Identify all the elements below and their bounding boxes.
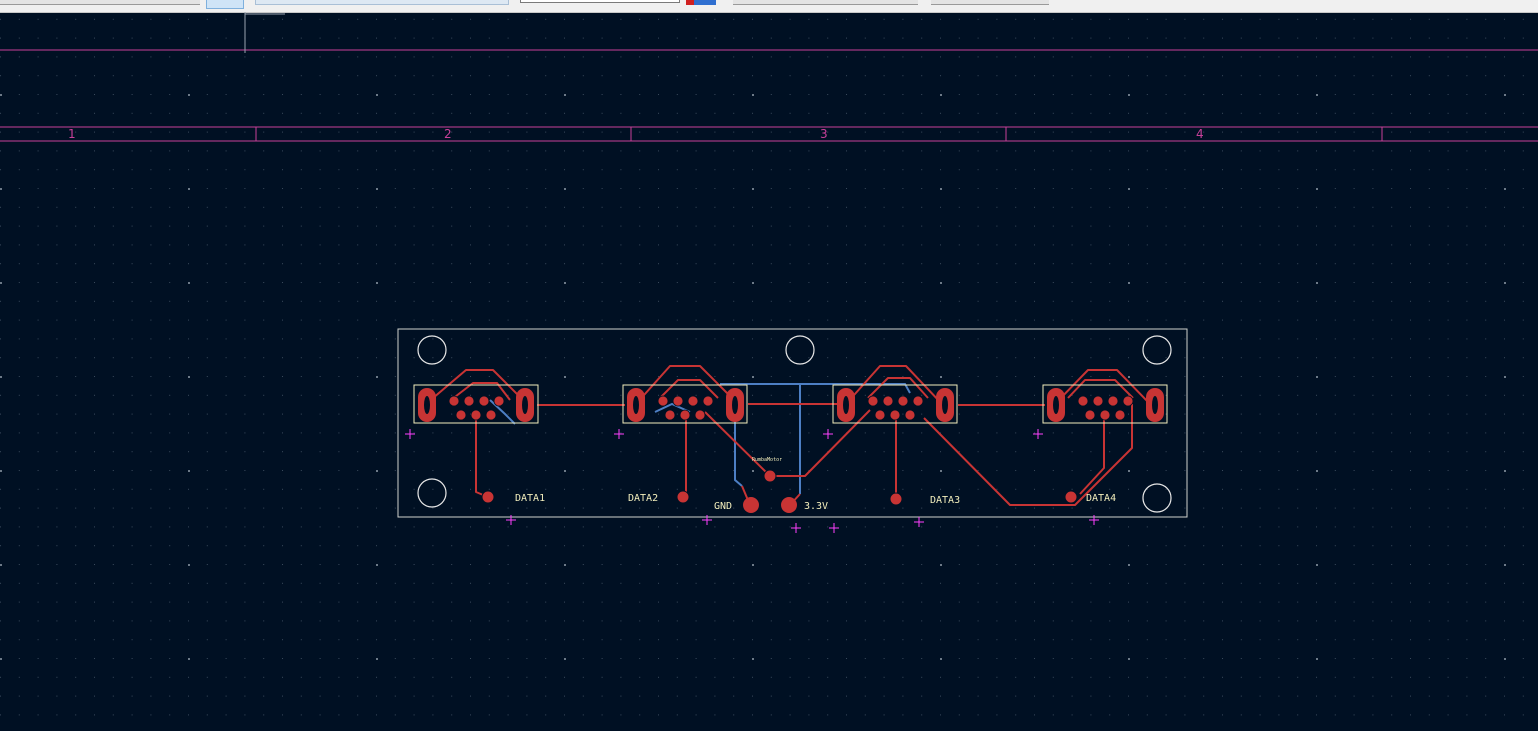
sheet-zone-3: 3 bbox=[820, 127, 828, 141]
pad-gnd bbox=[743, 497, 759, 513]
label-data1: DATA1 bbox=[515, 493, 545, 504]
pad-ref bbox=[763, 469, 777, 483]
label-data4: DATA4 bbox=[1086, 493, 1116, 504]
grid-major-dots bbox=[0, 12, 1538, 731]
pad-3v3 bbox=[781, 497, 797, 513]
pad-data1 bbox=[481, 490, 495, 504]
toolbar-dropdown[interactable] bbox=[0, 0, 200, 5]
toolbar-active-tool-button[interactable] bbox=[206, 0, 244, 9]
value-input[interactable] bbox=[520, 0, 680, 3]
label-data2: DATA2 bbox=[628, 493, 658, 504]
layer-color-swatch-red bbox=[686, 0, 694, 5]
pad-data2 bbox=[676, 490, 690, 504]
layer-select[interactable] bbox=[255, 0, 509, 5]
label-gnd: GND bbox=[714, 501, 732, 512]
label-ref: RumbaMotor bbox=[752, 457, 782, 463]
pcb-canvas[interactable]: 1 2 3 4 DATA1 DATA2 GND 3.3V DATA3 DATA4… bbox=[0, 12, 1538, 731]
sheet-zone-1: 1 bbox=[68, 127, 76, 141]
pad-data3 bbox=[889, 492, 903, 506]
pad-data4 bbox=[1064, 490, 1078, 504]
grid-select[interactable] bbox=[733, 0, 918, 5]
label-3v3: 3.3V bbox=[804, 501, 828, 512]
label-data3: DATA3 bbox=[930, 495, 960, 506]
sheet-zone-4: 4 bbox=[1196, 127, 1204, 141]
zoom-select[interactable] bbox=[931, 0, 1049, 5]
sheet-zone-2: 2 bbox=[444, 127, 452, 141]
